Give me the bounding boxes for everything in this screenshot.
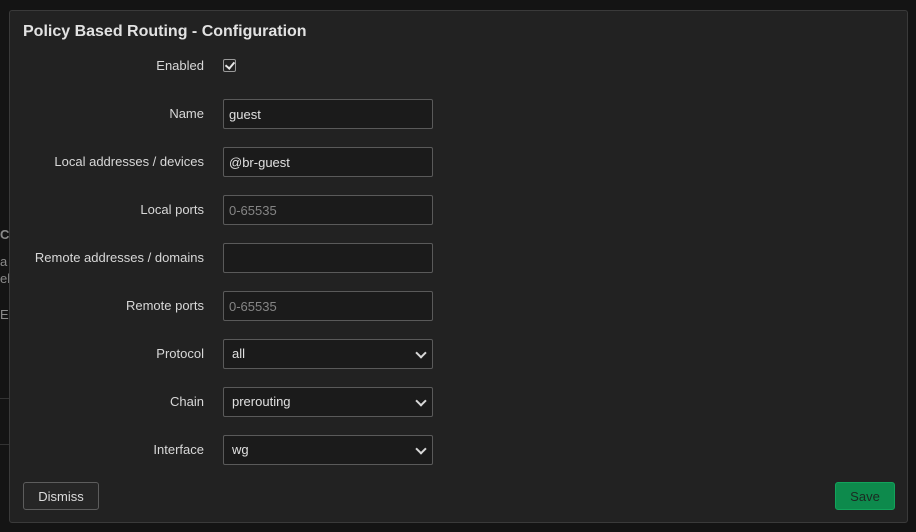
protocol-label: Protocol [156,346,204,361]
protocol-row: Protocol all [10,339,450,369]
enabled-row: Enabled [10,51,450,81]
protocol-selected-value: all [232,346,246,361]
dismiss-button[interactable]: Dismiss [23,482,99,510]
modal-title: Policy Based Routing - Configuration [23,23,307,40]
remote-ports-input[interactable] [223,291,433,321]
background-text-fragment: E [0,307,9,322]
chain-selected-value: prerouting [232,394,291,409]
chevron-down-icon [415,395,427,407]
name-input[interactable] [223,99,433,129]
local-ports-label: Local ports [140,202,204,217]
remote-ports-label: Remote ports [125,298,204,313]
remote-addresses-label: Remote addresses / domains [34,250,204,265]
local-ports-input[interactable] [223,195,433,225]
name-label: Name [169,106,204,121]
local-addresses-label: Local addresses / devices [54,154,204,169]
name-row: Name [10,99,450,129]
interface-select[interactable]: wg [223,435,433,465]
background-text-fragment: a [0,254,8,269]
enabled-checkbox[interactable] [223,59,236,72]
remote-addresses-input[interactable] [223,243,433,273]
background-text-fragment: C [0,227,10,242]
local-addresses-row: Local addresses / devices [10,147,450,177]
local-addresses-input[interactable] [223,147,433,177]
chevron-down-icon [415,347,427,359]
enabled-label: Enabled [156,58,204,73]
protocol-select[interactable]: all [223,339,433,369]
remote-ports-row: Remote ports [10,291,450,321]
interface-label: Interface [153,442,204,457]
save-button[interactable]: Save [835,482,895,510]
configuration-modal: Policy Based Routing - Configuration Ena… [9,10,908,523]
chevron-down-icon [415,443,427,455]
chain-select[interactable]: prerouting [223,387,433,417]
interface-row: Interface wg [10,435,450,465]
chain-row: Chain prerouting [10,387,450,417]
local-ports-row: Local ports [10,195,450,225]
interface-selected-value: wg [232,442,249,457]
chain-label: Chain [170,394,204,409]
remote-addresses-row: Remote addresses / domains [10,243,450,273]
